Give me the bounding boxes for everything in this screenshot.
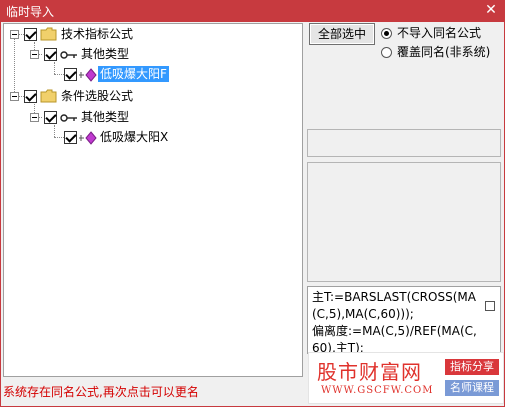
tree-node-label: 其他类型 xyxy=(81,110,130,124)
dialog-body: 技术指标公式 其他类型 低吸爆大阳F 条件选股公式 其他类型 低吸爆大阳X 全部… xyxy=(1,22,504,406)
status-message: 系统存在同名公式,再次点击可以更名 xyxy=(3,385,199,399)
watermark-logo: 股市财富网 WWW.GSCFW.COM 指标分享 名师课程 xyxy=(308,352,504,404)
tree-node-label: 其他类型 xyxy=(81,47,130,61)
tree-node-label: 低吸爆大阳F xyxy=(98,66,169,82)
key-icon xyxy=(60,51,77,59)
node-checkbox[interactable] xyxy=(64,68,77,81)
formula-tree[interactable]: 技术指标公式 其他类型 低吸爆大阳F 条件选股公式 其他类型 低吸爆大阳X xyxy=(3,23,303,377)
collapse-toggle[interactable] xyxy=(30,50,39,59)
radio-dot[interactable] xyxy=(381,47,392,58)
title-bar: 临时导入 ✕ xyxy=(0,0,505,22)
radio-label: 不导入同名公式 xyxy=(397,26,482,40)
collapse-toggle[interactable] xyxy=(10,92,19,101)
radio-dot[interactable] xyxy=(381,28,392,39)
formula-text: 主T:=BARSLAST(CROSS(MA(C,5),MA(C,60))); 偏… xyxy=(312,290,477,354)
tree-node-label: 条件选股公式 xyxy=(61,89,134,103)
folder-icon xyxy=(40,27,57,41)
preview-checkbox[interactable] xyxy=(485,301,495,311)
select-all-button[interactable]: 全部选中 xyxy=(309,23,375,45)
key-icon xyxy=(60,114,77,122)
node-checkbox[interactable] xyxy=(44,111,57,124)
logo-url: WWW.GSCFW.COM xyxy=(321,385,434,396)
logo-tag-indicator-share: 指标分享 xyxy=(445,359,499,375)
tree-node-label: 低吸爆大阳X xyxy=(100,130,169,144)
formula-diamond-icon xyxy=(79,68,97,82)
window-title: 临时导入 xyxy=(6,5,55,19)
tree-node-label: 技术指标公式 xyxy=(61,27,134,41)
close-icon[interactable]: ✕ xyxy=(483,1,499,19)
node-checkbox[interactable] xyxy=(24,28,37,41)
description-panel xyxy=(307,162,501,282)
info-bar xyxy=(307,129,501,157)
node-checkbox[interactable] xyxy=(44,48,57,61)
collapse-toggle[interactable] xyxy=(30,113,39,122)
formula-preview[interactable]: 主T:=BARSLAST(CROSS(MA(C,5),MA(C,60))); 偏… xyxy=(307,286,501,354)
node-checkbox[interactable] xyxy=(64,131,77,144)
node-checkbox[interactable] xyxy=(24,90,37,103)
logo-brand: 股市财富网 xyxy=(317,360,422,384)
folder-icon xyxy=(40,89,57,103)
logo-tag-teacher-course: 名师课程 xyxy=(445,380,499,396)
radio-label: 覆盖同名(非系统) xyxy=(397,45,491,59)
collapse-toggle[interactable] xyxy=(10,30,19,39)
formula-diamond-icon xyxy=(79,131,97,145)
